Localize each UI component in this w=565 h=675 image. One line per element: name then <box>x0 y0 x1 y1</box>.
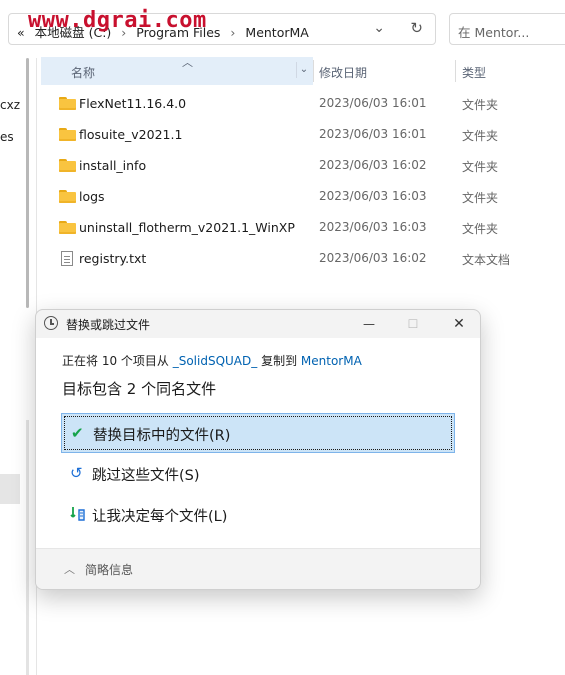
folder-icon <box>59 128 76 141</box>
column-filter-chevron-icon[interactable]: ⌄ <box>296 62 311 78</box>
search-box[interactable]: 在 Mentor... <box>449 13 565 45</box>
file-name: install_info <box>79 158 147 173</box>
nav-scrollbar-track <box>26 420 29 675</box>
file-type: 文件夹 <box>462 222 499 236</box>
destination-link[interactable]: MentorMA <box>301 354 362 368</box>
refresh-icon[interactable]: ↻ <box>410 19 423 37</box>
skip-option-label: 跳过这些文件(S) <box>92 468 200 484</box>
file-row[interactable]: FlexNet11.16.4.0 2023/06/03 16:01 文件夹 <box>41 88 565 119</box>
breadcrumb-separator: › <box>230 25 236 40</box>
watermark: www.dgrai.com <box>28 8 207 33</box>
column-separator[interactable] <box>313 60 314 82</box>
skip-files-option[interactable]: ↺ 跳过这些文件(S) <box>61 454 455 494</box>
conflict-heading: 目标包含 2 个同名文件 <box>62 380 217 398</box>
breadcrumb-mentorma[interactable]: MentorMA <box>245 25 308 40</box>
file-name: flosuite_v2021.1 <box>79 127 183 142</box>
nav-item-fragment[interactable]: cxz <box>0 98 20 112</box>
clock-icon <box>44 316 58 330</box>
status-prefix: 正在将 10 个项目从 <box>62 354 173 368</box>
status-mid: 复制到 <box>257 354 301 368</box>
folder-icon <box>59 190 76 203</box>
folder-icon <box>59 221 76 234</box>
column-header-date[interactable]: 修改日期 <box>319 64 367 81</box>
column-separator[interactable] <box>455 60 456 82</box>
file-row[interactable]: install_info 2023/06/03 16:02 文件夹 <box>41 150 565 181</box>
close-button[interactable]: ✕ <box>444 313 474 335</box>
checkmark-icon: ✔ <box>71 424 84 442</box>
folder-icon <box>59 159 76 172</box>
decide-option-label: 让我决定每个文件(L) <box>92 509 228 525</box>
decide-icon <box>70 505 86 527</box>
replace-files-option[interactable]: ✔ 替换目标中的文件(R) <box>61 413 455 453</box>
column-header-type[interactable]: 类型 <box>462 64 486 81</box>
nav-scrollbar[interactable] <box>26 58 29 308</box>
file-date: 2023/06/03 16:03 <box>319 220 427 234</box>
file-type: 文件夹 <box>462 160 499 174</box>
file-type: 文本文档 <box>462 253 511 267</box>
dialog-title: 替换或跳过文件 <box>66 318 151 332</box>
sort-ascending-icon: ︿ <box>182 56 193 69</box>
file-name: uninstall_flotherm_v2021.1_WinXP <box>79 220 295 235</box>
replace-skip-dialog: 替换或跳过文件 — ☐ ✕ 正在将 10 个项目从 _SolidSQUAD_ 复… <box>35 309 481 590</box>
file-type: 文件夹 <box>462 98 499 112</box>
file-date: 2023/06/03 16:03 <box>319 189 427 203</box>
fewer-details-label: 简略信息 <box>85 563 134 577</box>
file-type: 文件夹 <box>462 129 499 143</box>
file-date: 2023/06/03 16:01 <box>319 96 427 110</box>
folder-icon <box>59 97 76 110</box>
file-row[interactable]: logs 2023/06/03 16:03 文件夹 <box>41 181 565 212</box>
file-name: logs <box>79 189 105 204</box>
maximize-button: ☐ <box>407 317 419 331</box>
back-chevrons[interactable]: « <box>17 25 25 40</box>
chevron-down-icon[interactable]: ⌄ <box>373 20 385 36</box>
chevron-up-icon: ︿ <box>64 563 75 576</box>
decide-each-option[interactable]: 让我决定每个文件(L) <box>61 495 455 535</box>
file-date: 2023/06/03 16:01 <box>319 127 427 141</box>
file-date: 2023/06/03 16:02 <box>319 158 427 172</box>
column-header-name[interactable]: 名称 ︿ ⌄ <box>41 56 313 85</box>
minimize-button[interactable]: — <box>354 313 384 335</box>
file-row[interactable]: registry.txt 2023/06/03 16:02 文本文档 <box>41 243 565 274</box>
fewer-details-toggle[interactable]: ︿ 简略信息 <box>36 548 480 589</box>
nav-item-fragment[interactable]: es <box>0 130 14 144</box>
file-row[interactable]: uninstall_flotherm_v2021.1_WinXP 2023/06… <box>41 212 565 243</box>
dialog-titlebar[interactable]: 替换或跳过文件 — ☐ ✕ <box>36 310 480 338</box>
skip-arrow-icon: ↺ <box>70 464 83 482</box>
column-name-label: 名称 <box>71 66 96 80</box>
source-link[interactable]: _SolidSQUAD_ <box>173 354 258 368</box>
file-row[interactable]: flosuite_v2021.1 2023/06/03 16:01 文件夹 <box>41 119 565 150</box>
file-type: 文件夹 <box>462 191 499 205</box>
search-placeholder: 在 Mentor... <box>458 25 530 40</box>
nav-selected-item[interactable] <box>0 474 20 504</box>
replace-option-label: 替换目标中的文件(R) <box>93 428 231 444</box>
file-name: registry.txt <box>79 251 147 266</box>
text-file-icon <box>59 251 73 267</box>
file-name: FlexNet11.16.4.0 <box>79 96 187 111</box>
file-date: 2023/06/03 16:02 <box>319 251 427 265</box>
dialog-body: 正在将 10 个项目从 _SolidSQUAD_ 复制到 MentorMA 目标… <box>36 338 480 548</box>
copy-status: 正在将 10 个项目从 _SolidSQUAD_ 复制到 MentorMA <box>62 352 362 369</box>
